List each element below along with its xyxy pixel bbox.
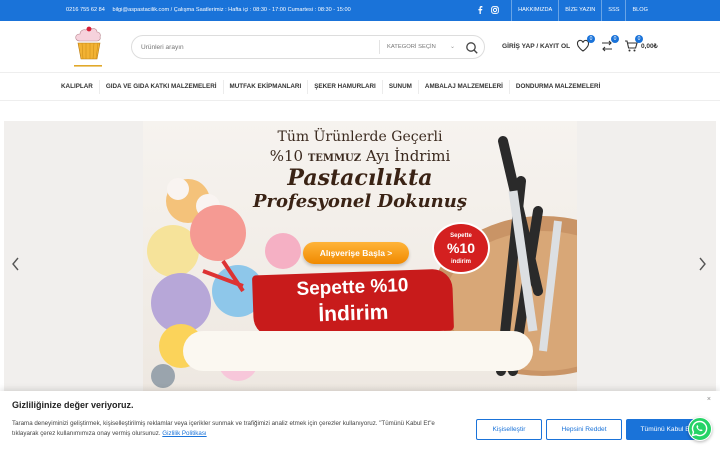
- phone-number[interactable]: 0216 755 62 84: [66, 7, 105, 13]
- cookie-consent-banner: Gizliliğinize değer veriyoruz. Tarama de…: [0, 391, 720, 450]
- cart-icon-wrap: 0: [624, 35, 643, 53]
- whatsapp-button[interactable]: [688, 417, 712, 441]
- shop-now-button[interactable]: Alışverişe Başla >: [303, 242, 409, 264]
- cart-button[interactable]: 0 0,00₺: [624, 35, 658, 53]
- banner-line-4: Profesyonel Dokunuş: [253, 191, 467, 212]
- compare-button[interactable]: 0: [600, 35, 619, 53]
- search-bar: KATEGORİ SEÇİN ⌄: [131, 35, 485, 59]
- cookie-title: Gizliliğinize değer veriyoruz.: [12, 400, 134, 410]
- main-nav: KALIPLAR GIDA VE GIDA KATKI MALZEMELERİ …: [0, 73, 720, 101]
- chevron-down-icon: ⌄: [449, 44, 455, 50]
- cart-total: 0,00₺: [641, 43, 658, 50]
- close-icon[interactable]: ×: [707, 396, 711, 403]
- social-links: [477, 5, 499, 16]
- nav-item-sunum[interactable]: SUNUM: [383, 80, 419, 94]
- cream-decoration: [183, 331, 533, 371]
- sticker-bottom: indirim: [450, 259, 471, 265]
- banner-line-2-percent: %10: [269, 147, 304, 165]
- nav-item-dondurma[interactable]: DONDURMA MALZEMELERİ: [510, 80, 606, 94]
- nav-item-gida[interactable]: GIDA VE GIDA KATKI MALZEMELERİ: [100, 80, 224, 94]
- privacy-policy-link[interactable]: Gizlilik Politikası: [162, 430, 206, 437]
- link-about[interactable]: HAKKIMIZDA: [511, 0, 558, 21]
- search-input[interactable]: [141, 43, 376, 51]
- heart-icon: [576, 39, 590, 57]
- nav-item-seker-hamurlari[interactable]: ŞEKER HAMURLARI: [308, 80, 383, 94]
- nav-item-mutfak[interactable]: MUTFAK EKİPMANLARI: [224, 80, 309, 94]
- header-actions: 0 0 0 0,00₺: [576, 35, 658, 53]
- instagram-icon[interactable]: [491, 5, 499, 16]
- top-links: HAKKIMIZDA BİZE YAZIN SSS BLOG: [477, 0, 654, 21]
- category-select-label: KATEGORİ SEÇİN: [387, 44, 436, 50]
- banner-line-2-text: Ayı İndrimi: [365, 147, 451, 165]
- sticker-top: Sepette: [450, 233, 472, 239]
- compare-count-badge: 0: [611, 35, 619, 43]
- facebook-icon[interactable]: [477, 5, 483, 16]
- category-select[interactable]: KATEGORİ SEÇİN ⌄: [379, 40, 465, 54]
- cookie-text: Tarama deneyiminizi geliştirmek, kişisel…: [12, 419, 462, 439]
- cart-icon: [624, 40, 638, 57]
- site-logo[interactable]: [66, 25, 110, 71]
- banner-line-3: Pastacılıkta: [287, 165, 433, 191]
- login-register-link[interactable]: GİRİŞ YAP / KAYIT OL: [502, 43, 570, 50]
- slider-prev-arrow[interactable]: [12, 257, 22, 271]
- link-faq[interactable]: SSS: [601, 0, 625, 21]
- cookie-description: Tarama deneyiminizi geliştirmek, kişisel…: [12, 420, 435, 437]
- discount-sticker: Sepette %10 indirim: [432, 222, 490, 274]
- nav-item-kaliplar[interactable]: KALIPLAR: [55, 80, 100, 94]
- customize-button[interactable]: Kişiselleştir: [476, 419, 542, 440]
- top-bar: 0216 755 62 84 bilgi@aspastacilik.com / …: [0, 0, 720, 21]
- promo-bottom: İndirim: [317, 300, 389, 327]
- hero-banner-image[interactable]: Tüm Ürünlerde Geçerli %10 TEMMUZ Ayı İnd…: [143, 121, 577, 391]
- banner-line-2: %10 TEMMUZ Ayı İndrimi: [143, 147, 577, 165]
- wishlist-count-badge: 0: [587, 35, 595, 43]
- sticker-percent: %10: [446, 240, 476, 256]
- promo-splash: Sepette %10 İndirim: [251, 268, 455, 338]
- email-and-hours: bilgi@aspastacilik.com / Çalışma Saatler…: [112, 7, 351, 13]
- contact-info: 0216 755 62 84 bilgi@aspastacilik.com / …: [66, 7, 357, 13]
- slider-next-arrow[interactable]: [698, 257, 708, 271]
- cart-count-badge: 0: [635, 35, 643, 43]
- promo-top: Sepette %10: [296, 275, 409, 300]
- link-contact[interactable]: BİZE YAZIN: [558, 0, 601, 21]
- wishlist-button[interactable]: 0: [576, 35, 595, 53]
- site-header: KATEGORİ SEÇİN ⌄ GİRİŞ YAP / KAYIT OL 0 …: [0, 21, 720, 73]
- link-blog[interactable]: BLOG: [625, 0, 654, 21]
- whatsapp-icon: [689, 420, 710, 443]
- nav-item-ambalaj[interactable]: AMBALAJ MALZEMELERİ: [419, 80, 510, 94]
- search-icon[interactable]: [464, 40, 480, 56]
- compare-arrows-icon: [600, 40, 614, 57]
- banner-line-2-month: TEMMUZ: [307, 153, 362, 164]
- reject-all-button[interactable]: Hepsini Reddet: [546, 419, 622, 440]
- banner-line-1: Tüm Ürünlerde Geçerli: [277, 129, 443, 145]
